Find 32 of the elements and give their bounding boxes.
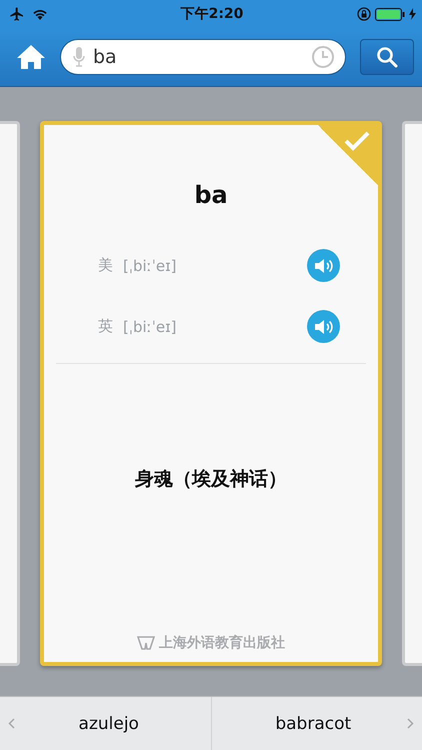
publisher-logo-icon: [137, 636, 155, 650]
status-time: 下午2:20: [180, 5, 244, 23]
headword: ba: [194, 181, 228, 209]
history-icon[interactable]: [311, 45, 335, 69]
search-button[interactable]: [360, 39, 414, 75]
previous-card[interactable]: [0, 121, 20, 666]
home-icon: [16, 43, 46, 71]
rotation-lock-icon: [356, 7, 371, 21]
accent-label: 美: [98, 256, 113, 275]
phonetic-text: [ˌbiːˈeɪ]: [123, 318, 178, 336]
speaker-button[interactable]: [307, 249, 340, 282]
microphone-icon: [73, 46, 85, 68]
accent-label: 英: [98, 317, 113, 336]
battery-icon: [374, 8, 405, 20]
phonetic-text: [ˌbiːˈeɪ]: [123, 256, 178, 274]
search-field[interactable]: ba: [60, 39, 346, 75]
charging-icon: [408, 8, 416, 20]
chevron-right-icon: [407, 718, 414, 729]
check-icon: [344, 131, 370, 151]
previous-word-button[interactable]: azulejo: [0, 697, 210, 750]
next-word-button[interactable]: babracot: [210, 697, 422, 750]
home-button[interactable]: [16, 43, 46, 71]
publisher-name: 上海外语教育出版社: [159, 634, 285, 652]
wifi-icon: [32, 8, 48, 20]
definition-text: 身魂（埃及神话）: [135, 467, 287, 492]
search-icon: [376, 46, 398, 68]
speaker-icon: [314, 256, 334, 274]
chevron-left-icon: [8, 718, 15, 729]
airplane-icon: [8, 6, 26, 22]
next-card[interactable]: [402, 121, 422, 666]
speaker-icon: [314, 318, 334, 336]
speaker-button[interactable]: [307, 310, 340, 343]
